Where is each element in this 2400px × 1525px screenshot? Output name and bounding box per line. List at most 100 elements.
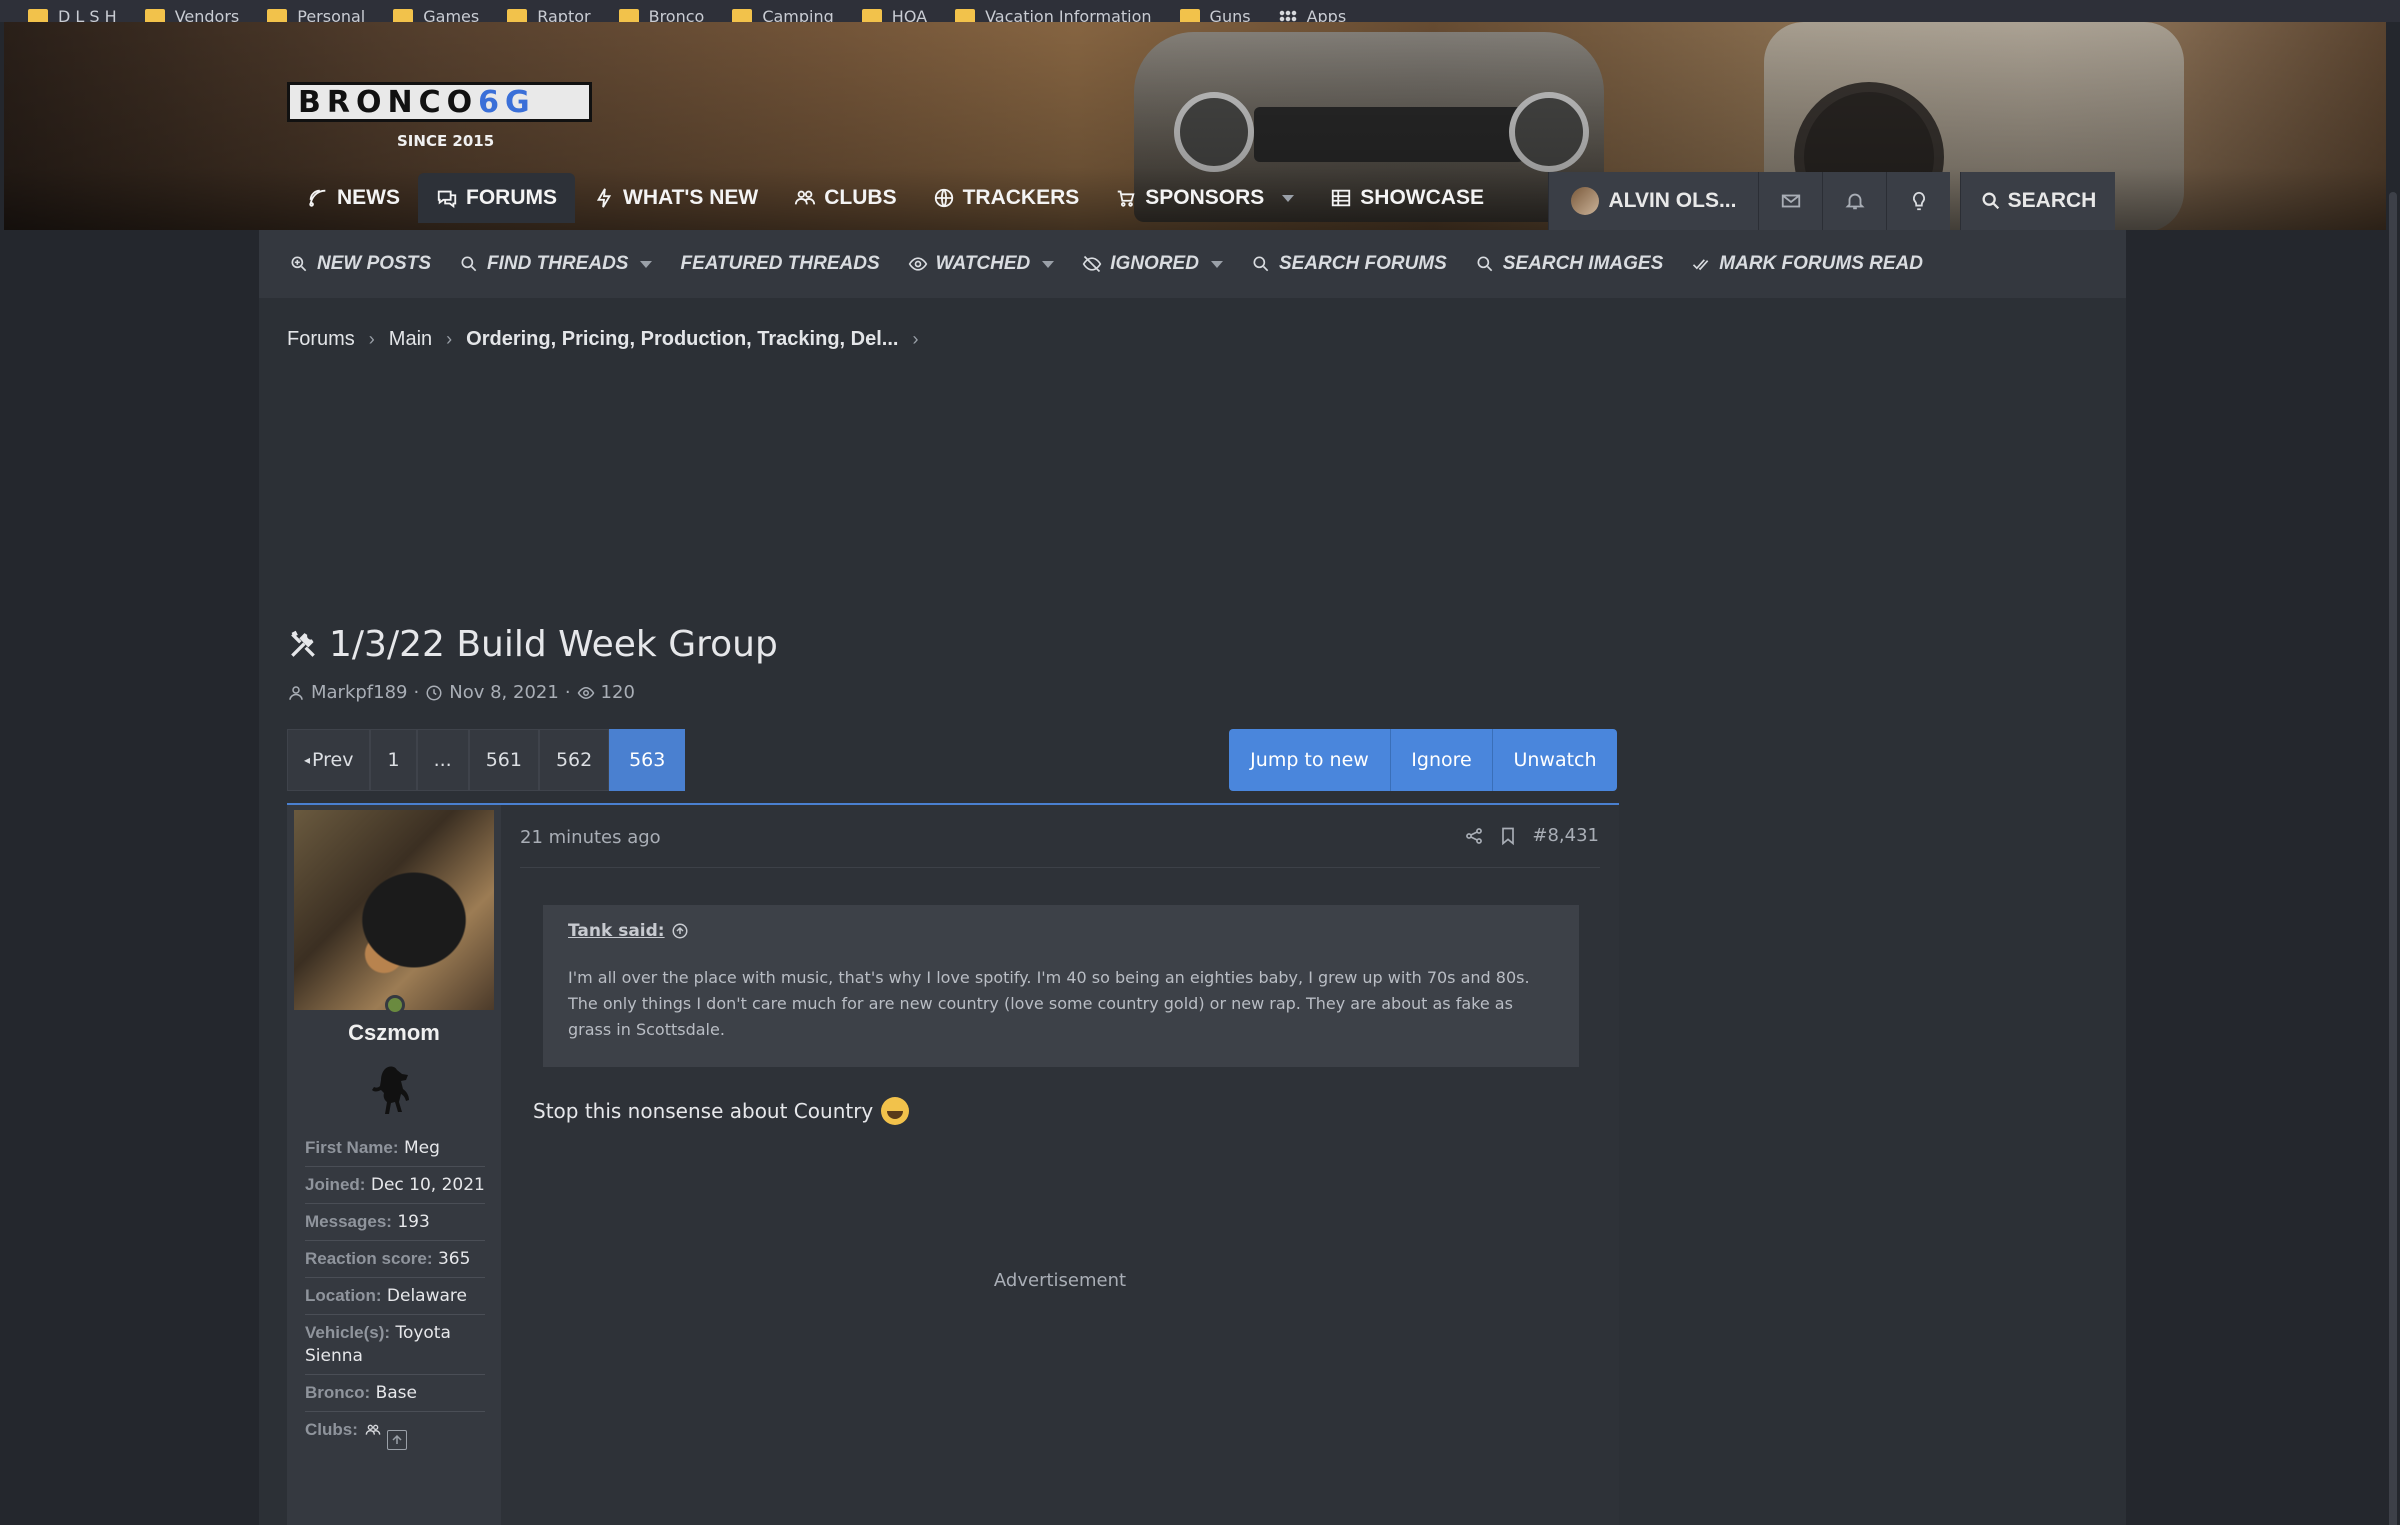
breadcrumb-item[interactable]: Ordering, Pricing, Production, Tracking,… bbox=[466, 328, 898, 351]
folder-icon bbox=[1179, 9, 1200, 22]
subnav-find-threads[interactable]: FIND THREADS bbox=[459, 253, 653, 275]
page-link[interactable]: 1 bbox=[370, 729, 417, 791]
bookmarks-bar: D L S H Vendors Personal Games Raptor Br… bbox=[0, 0, 2400, 22]
nav-news[interactable]: NEWS bbox=[289, 173, 418, 223]
folder-icon bbox=[618, 9, 639, 22]
bookmark-folder[interactable]: D L S H bbox=[28, 7, 117, 22]
quote-header[interactable]: Tank said: bbox=[568, 921, 1554, 941]
post-number[interactable]: #8,431 bbox=[1532, 825, 1599, 846]
user-field: Vehicle(s): Toyota Sienna bbox=[305, 1315, 485, 1375]
grinning-emoji-icon bbox=[881, 1097, 910, 1125]
bookmark-folder[interactable]: Camping bbox=[732, 7, 834, 22]
page-link-current[interactable]: 563 bbox=[609, 729, 686, 791]
subnav-search-forums[interactable]: SEARCH FORUMS bbox=[1251, 253, 1447, 275]
share-icon[interactable] bbox=[1464, 826, 1484, 846]
clubs-icon[interactable] bbox=[363, 1422, 383, 1438]
thread-meta: Markpf189 · Nov 8, 2021 · 120 bbox=[287, 682, 635, 703]
ignore-button[interactable]: Ignore bbox=[1391, 729, 1493, 791]
check-double-icon bbox=[1693, 259, 1709, 271]
subnav-ignored[interactable]: IGNORED bbox=[1082, 253, 1223, 275]
style-toggle-button[interactable] bbox=[1886, 172, 1950, 230]
main-nav: NEWS FORUMS WHAT'S NEW CLUBS TRACKERS SP… bbox=[289, 172, 1502, 224]
chevron-down-icon[interactable] bbox=[1282, 194, 1295, 202]
subnav-featured-threads[interactable]: FEATURED THREADS bbox=[680, 253, 879, 275]
nav-trackers[interactable]: TRACKERS bbox=[915, 173, 1098, 223]
account-menu[interactable]: ALVIN OLS... bbox=[1548, 172, 1758, 230]
subnav-new-posts[interactable]: NEW POSTS bbox=[289, 253, 431, 275]
folder-icon bbox=[955, 9, 976, 22]
post-body: Stop this nonsense about Country bbox=[533, 1097, 910, 1125]
thread-author[interactable]: Markpf189 bbox=[311, 682, 408, 703]
quote-block: Tank said: I'm all over the place with m… bbox=[543, 905, 1579, 1067]
nav-showcase[interactable]: SHOWCASE bbox=[1312, 173, 1502, 223]
bookmark-folder[interactable]: Guns bbox=[1179, 7, 1251, 22]
post-user-info: Cszmom First Name: Meg Joined: Dec 10, 2… bbox=[287, 805, 501, 1525]
bookmark-folder[interactable]: Bronco bbox=[618, 7, 704, 22]
table-icon bbox=[1332, 189, 1351, 207]
bell-icon bbox=[1844, 193, 1865, 210]
bolt-icon bbox=[596, 188, 612, 208]
user-field: First Name: Meg bbox=[305, 1130, 485, 1167]
nav-forums[interactable]: FORUMS bbox=[418, 173, 575, 223]
user-field: Reaction score: 365 bbox=[305, 1241, 485, 1278]
post-content: 21 minutes ago #8,431 Tank said: I'm all… bbox=[501, 805, 1619, 1525]
quote-text: I'm all over the place with music, that'… bbox=[568, 968, 1530, 1039]
breadcrumb: Forums › Main › Ordering, Pricing, Produ… bbox=[287, 328, 918, 351]
user-fields: First Name: Meg Joined: Dec 10, 2021 Mes… bbox=[305, 1130, 485, 1448]
folder-icon bbox=[28, 9, 48, 22]
search-icon bbox=[1477, 256, 1493, 272]
breadcrumb-item[interactable]: Main bbox=[389, 328, 432, 351]
chevron-down-icon[interactable] bbox=[1042, 260, 1055, 268]
bookmark-folder[interactable]: HOA bbox=[861, 7, 927, 22]
post-timestamp[interactable]: 21 minutes ago bbox=[520, 827, 661, 848]
subnav-search-images[interactable]: SEARCH IMAGES bbox=[1475, 253, 1663, 275]
search-button[interactable]: SEARCH bbox=[1960, 172, 2115, 230]
subnav-mark-forums-read[interactable]: MARK FORUMS READ bbox=[1691, 253, 1923, 275]
bookmark-folder[interactable]: Games bbox=[393, 7, 479, 22]
clock-icon bbox=[426, 685, 442, 700]
page-link[interactable]: 561 bbox=[468, 729, 539, 791]
bookmark-folder[interactable]: Vendors bbox=[144, 7, 239, 22]
page-title: 1/3/22 Build Week Group bbox=[287, 624, 778, 665]
advertisement-label: Advertisement bbox=[993, 1270, 1127, 1291]
news-icon bbox=[309, 189, 326, 207]
bookmark-icon[interactable] bbox=[1498, 826, 1518, 846]
bookmark-folder[interactable]: Vacation Information bbox=[955, 7, 1152, 22]
nav-clubs[interactable]: CLUBS bbox=[776, 173, 914, 223]
subnav-watched[interactable]: WATCHED bbox=[908, 253, 1055, 275]
arrow-up-circle-icon[interactable] bbox=[671, 922, 689, 940]
site-logo[interactable]: BRONCO 6G SINCE 2015 bbox=[287, 82, 592, 150]
page-jump[interactable]: ... bbox=[416, 729, 469, 791]
prev-page-button[interactable]: ◂ Prev bbox=[287, 729, 371, 791]
post-username[interactable]: Cszmom bbox=[287, 1020, 501, 1046]
breadcrumb-item[interactable]: Forums bbox=[287, 328, 355, 351]
bookmark-folder[interactable]: Raptor bbox=[507, 7, 591, 22]
expand-user-info-icon[interactable] bbox=[387, 1430, 407, 1450]
page-link[interactable]: 562 bbox=[538, 729, 610, 791]
avatar[interactable] bbox=[294, 810, 494, 1010]
chevron-down-icon[interactable] bbox=[640, 260, 653, 268]
logo-6g-text: 6G bbox=[478, 84, 536, 120]
user-field: Location: Delaware bbox=[305, 1278, 485, 1315]
chevron-down-icon[interactable] bbox=[1210, 260, 1223, 268]
post-actions: #8,431 bbox=[1464, 825, 1599, 846]
chevron-right-icon: › bbox=[368, 329, 375, 349]
jump-to-new-button[interactable]: Jump to new bbox=[1229, 729, 1391, 791]
bookmark-apps[interactable]: Apps bbox=[1278, 7, 1346, 22]
alerts-button[interactable] bbox=[1822, 172, 1886, 230]
user-field: Messages: 193 bbox=[305, 1204, 485, 1241]
page-body: Forums › Main › Ordering, Pricing, Produ… bbox=[259, 298, 2126, 1525]
unwatch-button[interactable]: Unwatch bbox=[1493, 729, 1617, 791]
folder-icon bbox=[507, 9, 528, 22]
page-scrollbar[interactable] bbox=[2386, 22, 2400, 1525]
nav-sponsors[interactable]: SPONSORS bbox=[1097, 173, 1312, 223]
nav-whats-new[interactable]: WHAT'S NEW bbox=[575, 173, 776, 223]
bronco-horse-icon bbox=[372, 1066, 409, 1114]
user-icon bbox=[289, 685, 303, 700]
bookmark-folder[interactable]: Personal bbox=[267, 7, 365, 22]
scrollbar-thumb[interactable] bbox=[2389, 192, 2397, 1525]
post: Cszmom First Name: Meg Joined: Dec 10, 2… bbox=[287, 803, 1619, 1525]
inbox-button[interactable] bbox=[1758, 172, 1822, 230]
thread-date[interactable]: Nov 8, 2021 bbox=[449, 682, 559, 703]
clubs-icon bbox=[795, 190, 816, 205]
